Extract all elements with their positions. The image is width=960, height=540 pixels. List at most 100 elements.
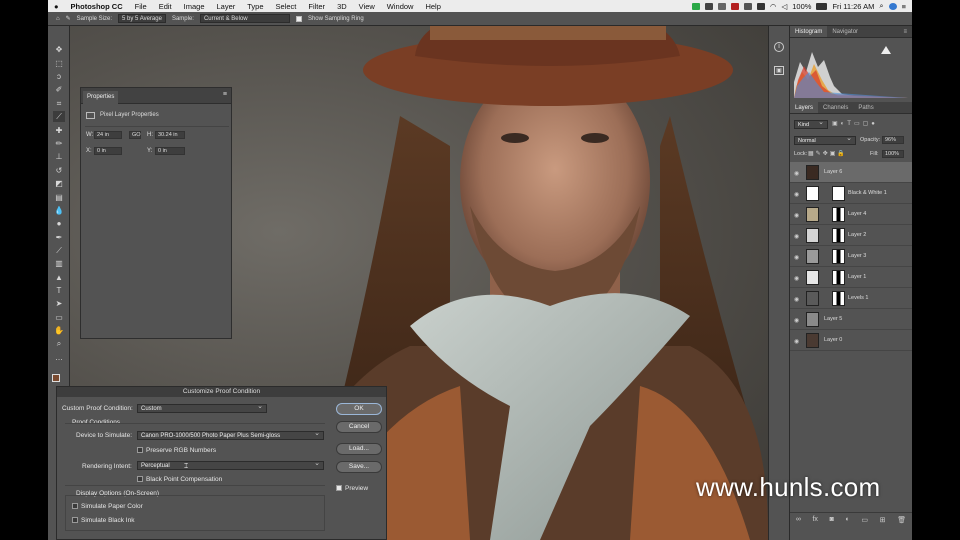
shape-tool-icon[interactable]: ▭ [53,312,65,323]
layer-mask-thumbnail[interactable] [832,228,845,243]
layer-name[interactable]: Black & White 1 [848,190,887,196]
layer-name[interactable]: Layer 1 [848,274,866,280]
tab-navigator[interactable]: Navigator [827,26,863,37]
tab-layers[interactable]: Layers [790,102,819,113]
x-field[interactable]: 0 in [94,147,122,155]
search-icon[interactable]: ⌕ [879,1,883,11]
tray-app-icon[interactable] [717,2,726,10]
custom-proof-select[interactable]: Custom [137,403,267,413]
gradient-alt-icon[interactable]: ▥ [53,258,65,269]
cancel-button[interactable]: Cancel [336,421,382,433]
blend-mode-select[interactable]: Normal [794,135,856,145]
blur-tool-icon[interactable]: 💧 [53,205,65,216]
layer-thumbnail[interactable] [806,312,819,327]
tray-app-icon[interactable] [756,2,765,10]
y-field[interactable]: 0 in [155,147,185,155]
layer-thumbnail[interactable] [806,270,819,285]
layer-name[interactable]: Layer 4 [848,211,866,217]
eraser-tool-icon[interactable]: ◩ [53,178,65,189]
path-select-icon[interactable]: ➤ [53,298,65,309]
device-select[interactable]: Canon PRO-1000/500 Photo Paper Plus Semi… [137,430,324,440]
eyedropper-tool-icon[interactable]: ⟋ [53,111,65,122]
home-icon[interactable]: ⌂ [56,16,60,22]
layer-thumbnail[interactable] [806,291,819,306]
visibility-eye-icon[interactable]: ◉ [794,233,799,240]
tray-app-icon[interactable] [691,2,700,10]
layer-name[interactable]: Layer 6 [824,169,842,175]
tab-paths[interactable]: Paths [853,102,878,113]
layer-name[interactable]: Layer 3 [848,253,866,259]
brush-tool-icon[interactable]: ✏ [53,138,65,149]
layer-mask-thumbnail[interactable] [832,270,845,285]
black-point-checkbox[interactable] [137,476,143,482]
more-tools-icon[interactable]: … [53,352,65,363]
layer-kind-filter[interactable]: Kind [794,119,828,129]
layer-name[interactable]: Layer 5 [824,316,842,322]
tab-histogram[interactable]: Histogram [790,26,828,37]
marquee-tool-icon[interactable]: ⬚ [53,58,65,69]
menu-filter[interactable]: Filter [302,2,331,11]
layer-row[interactable]: ◉ Black & White 1 [790,183,912,204]
layer-mask-thumbnail[interactable] [832,186,845,201]
width-field[interactable]: 24 in [94,131,122,139]
add-mask-icon[interactable]: ◙ [830,516,834,523]
tray-app-icon[interactable] [743,2,752,10]
move-tool-icon[interactable]: ✥ [53,44,65,55]
healing-brush-icon[interactable]: ✚ [53,125,65,136]
new-layer-icon[interactable]: ⊞ [880,516,886,524]
simulate-ink-checkbox[interactable] [72,517,78,523]
lasso-tool-icon[interactable]: ↄ [53,71,65,82]
eyedropper-alt-icon[interactable]: ⟋ [53,245,65,256]
history-brush-icon[interactable]: ↺ [53,165,65,176]
properties-panel-icon[interactable]: ▣ [774,66,784,75]
apple-icon[interactable]: ● [48,2,65,11]
layer-name[interactable]: Layer 2 [848,232,866,238]
menu-select[interactable]: Select [270,2,303,11]
menu-image[interactable]: Image [178,2,211,11]
type-tool-icon[interactable]: T [53,285,65,296]
lock-icons[interactable]: ▦✎✥▣🔒 [808,150,847,157]
dodge-tool-icon[interactable]: ● [53,218,65,229]
visibility-eye-icon[interactable]: ◉ [794,275,799,282]
visibility-eye-icon[interactable]: ◉ [794,338,799,345]
properties-tab[interactable]: Properties [83,91,119,104]
hand-tool-icon[interactable]: ✋ [53,325,65,336]
preview-checkbox[interactable] [336,485,342,491]
layer-row[interactable]: ◉ Layer 3 [790,246,912,267]
layer-row[interactable]: ◉ Layer 6 [790,162,912,183]
menu-3d[interactable]: 3D [331,2,353,11]
sample-size-select[interactable]: 5 by 5 Average [118,14,166,23]
layer-row[interactable]: ◉ Layer 0 [790,330,912,351]
tray-app-icon[interactable] [730,2,739,10]
clock[interactable]: Fri 11:26 AM [832,2,874,11]
visibility-eye-icon[interactable]: ◉ [794,254,799,261]
link-dimensions-button[interactable]: GO [129,131,141,139]
layer-row[interactable]: ◉ Layer 2 [790,225,912,246]
layer-name[interactable]: Layer 0 [824,337,842,343]
menu-view[interactable]: View [353,2,381,11]
layer-mask-thumbnail[interactable] [832,291,845,306]
layer-row[interactable]: ◉ Layer 5 [790,309,912,330]
menu-layer[interactable]: Layer [211,2,242,11]
battery-icon[interactable] [816,2,828,10]
simulate-paper-checkbox[interactable] [72,503,78,509]
tab-channels[interactable]: Channels [818,102,853,113]
clone-stamp-icon[interactable]: ⊥ [53,151,65,162]
pen-tool-icon[interactable]: ✒ [53,232,65,243]
layer-thumbnail[interactable] [806,228,819,243]
fill-field[interactable]: 100% [882,150,904,158]
layer-thumbnail[interactable] [806,249,819,264]
wifi-icon[interactable]: ◠ [770,2,777,11]
tray-app-icon[interactable] [704,2,713,10]
opacity-field[interactable]: 96% [882,136,904,144]
zoom-tool-icon[interactable]: ⌕ [53,338,65,349]
dropper-icon[interactable]: ▲ [53,272,65,283]
crop-tool-icon[interactable]: ⌗ [53,98,65,109]
layer-mask-thumbnail[interactable] [832,207,845,222]
layer-row[interactable]: ◉ Layer 1 [790,267,912,288]
preserve-rgb-checkbox[interactable] [137,447,143,453]
layer-filter-icons[interactable]: ▣◐T▭▢● [832,120,878,127]
visibility-eye-icon[interactable]: ◉ [794,212,799,219]
sample-select[interactable]: Current & Below [199,14,290,23]
panel-menu-icon[interactable]: ≡ [898,26,912,37]
